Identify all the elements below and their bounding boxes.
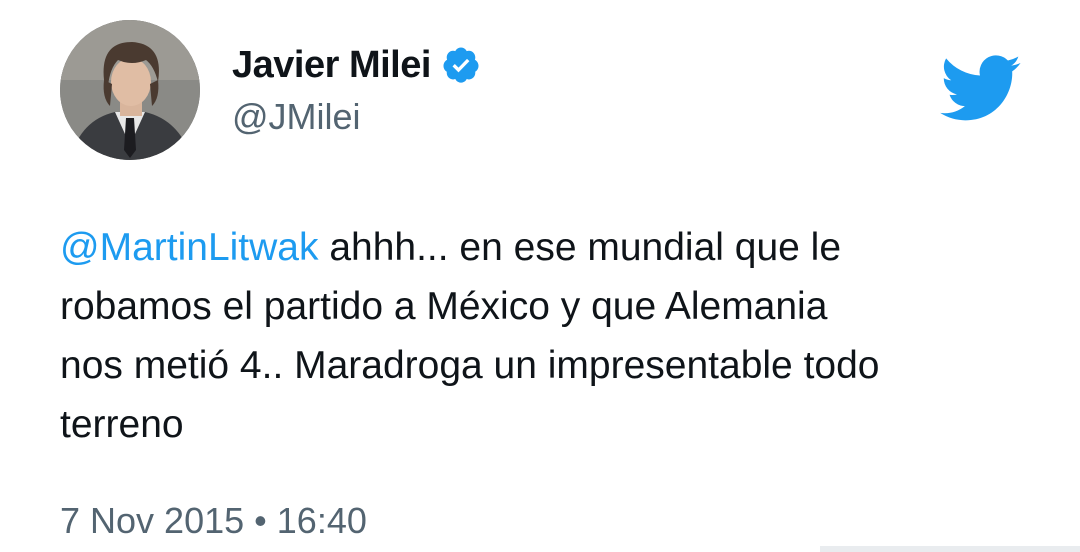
twitter-bird-icon[interactable] — [940, 55, 1022, 123]
tweet-line-1: @MartinLitwak ahhh... en ese mundial que… — [60, 218, 1040, 277]
tweet-date: 7 Nov 2015 — [60, 500, 245, 541]
profile-photo-icon — [60, 20, 200, 160]
avatar[interactable] — [60, 20, 200, 160]
author-handle[interactable]: @JMilei — [232, 96, 361, 138]
tweet-timestamp[interactable]: 7 Nov 2015 • 16:40 — [60, 500, 367, 542]
author-display-name[interactable]: Javier Milei — [232, 44, 431, 87]
verified-badge-icon — [443, 47, 479, 83]
tweet-card: Javier Milei @JMilei @MartinLitwak ahhh.… — [0, 0, 1080, 552]
divider — [820, 546, 1080, 552]
tweet-time: 16:40 — [276, 500, 367, 541]
timestamp-separator: • — [254, 500, 267, 541]
tweet-text: @MartinLitwak ahhh... en ese mundial que… — [60, 218, 1040, 454]
tweet-line-2: robamos el partido a México y que Aleman… — [60, 285, 828, 328]
tweet-line-4: terreno — [60, 403, 184, 446]
author-name-row: Javier Milei — [232, 40, 481, 90]
tweet-line-3: nos metió 4.. Maradroga un impresentable… — [60, 344, 880, 387]
tweet-text-segment: ahhh... en ese mundial que le — [318, 226, 842, 269]
mention-link[interactable]: @MartinLitwak — [60, 226, 319, 269]
